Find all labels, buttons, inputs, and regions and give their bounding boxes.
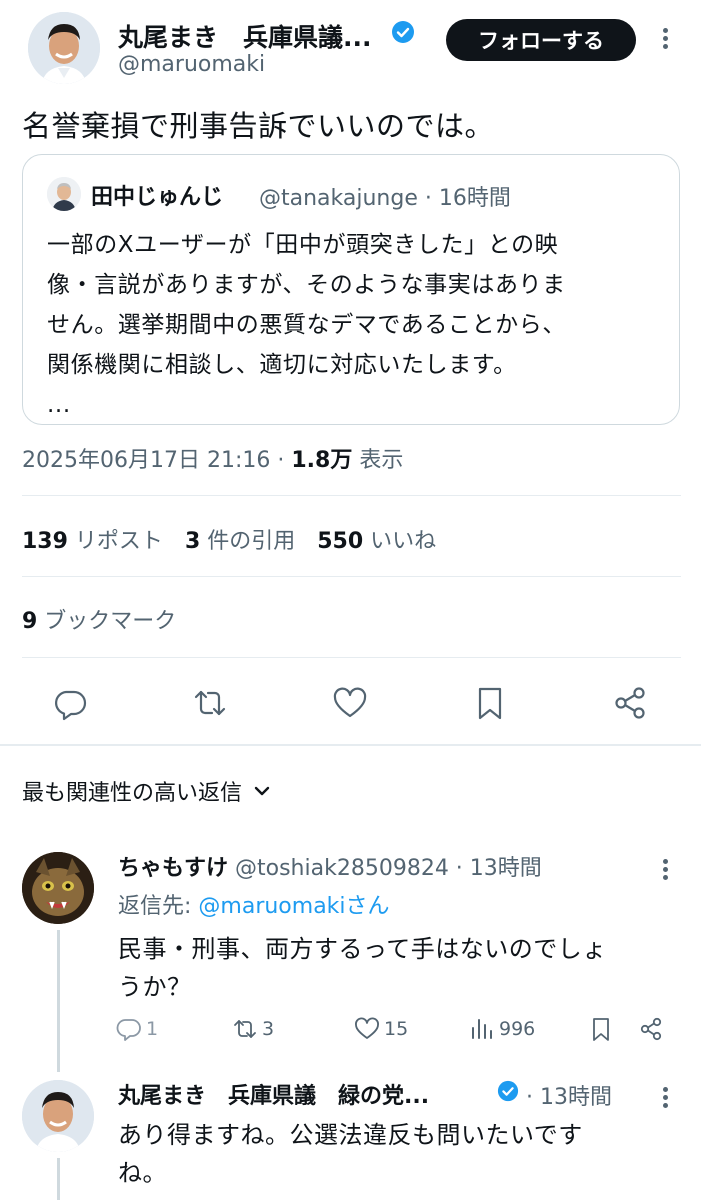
follow-button[interactable]: フォローする bbox=[446, 19, 636, 61]
reply-reply-count: 1 bbox=[146, 1018, 159, 1040]
reply-text-line: あり得ますね。公選法違反も問いたいです bbox=[118, 1121, 583, 1149]
chevron-down-icon bbox=[254, 786, 270, 796]
more-options-icon[interactable] bbox=[661, 25, 669, 52]
bookmarks-count: 9 bbox=[22, 609, 38, 634]
likes-label: いいね bbox=[363, 529, 437, 554]
reply-like-count: 15 bbox=[384, 1018, 409, 1040]
divider bbox=[22, 576, 681, 577]
reply-to-mention[interactable]: @maruomakiさん bbox=[198, 894, 389, 919]
likes-stat[interactable]: 550 いいね bbox=[317, 529, 436, 554]
reply-text: あり得ますね。公選法違反も問いたいです ね。 bbox=[118, 1116, 583, 1192]
reply-repost-count: 3 bbox=[262, 1018, 275, 1040]
verified-badge-icon bbox=[391, 20, 415, 44]
bookmarks-stat[interactable]: 9 ブックマーク bbox=[22, 603, 176, 635]
quoted-tweet-card[interactable]: 田中じゅんじ @tanakajunge · 16時間 一部のXユーザーが「田中が… bbox=[22, 154, 680, 425]
reposts-count: 139 bbox=[22, 529, 68, 554]
quoted-author-avatar bbox=[47, 177, 81, 211]
reply-view-count: 996 bbox=[499, 1018, 536, 1040]
reply-sort-dropdown[interactable]: 最も関連性の高い返信 bbox=[22, 775, 272, 807]
verified-badge-icon bbox=[497, 1080, 519, 1102]
quoted-text-line: せん。選挙期間中の悪質なデマであることから、 bbox=[47, 312, 566, 338]
reply-text: 民事・刑事、両方するって手はないのでしょ うか？ bbox=[118, 930, 607, 1006]
share-icon[interactable] bbox=[612, 685, 648, 721]
reposts-stat[interactable]: 139 リポスト bbox=[22, 529, 163, 554]
reply-to-prefix: 返信先: bbox=[118, 894, 199, 919]
reply-repost-button[interactable]: 3 bbox=[232, 1016, 274, 1042]
thread-line bbox=[57, 1158, 60, 1200]
repost-icon bbox=[234, 1020, 256, 1038]
reply-text-line: 民事・刑事、両方するって手はないのでしょ bbox=[118, 935, 607, 963]
reply-text-line: ね。 bbox=[118, 1159, 167, 1187]
reply-more-options-icon[interactable] bbox=[661, 856, 669, 883]
reply-icon bbox=[116, 1019, 141, 1041]
reply-header: ちゃもすけ @toshiak28509824 · 13時間 bbox=[118, 850, 542, 882]
tweet-timestamp-views: 2025年06月17日 21:16 · 1.8万 表示 bbox=[22, 442, 403, 474]
reply-avatar[interactable] bbox=[22, 1080, 94, 1152]
reply-text-line: うか？ bbox=[118, 973, 192, 1001]
reply-more-options-icon[interactable] bbox=[661, 1084, 669, 1111]
quotes-stat[interactable]: 3 件の引用 bbox=[185, 529, 295, 554]
reply-time[interactable]: · 13時間 bbox=[526, 1079, 612, 1111]
quoted-text-line: 一部のXユーザーが「田中が頭突きした」との映 bbox=[47, 232, 559, 258]
divider bbox=[22, 657, 681, 658]
quotes-count: 3 bbox=[184, 529, 201, 554]
reply-author-handle-time[interactable]: @toshiak28509824 · 13時間 bbox=[228, 856, 542, 881]
quoted-text-line: 関係機関に相談し、適切に対応いたします。 bbox=[47, 352, 517, 378]
thread-line bbox=[57, 930, 60, 1072]
reply-author-name[interactable]: 丸尾まき 兵庫県議 緑の党... bbox=[118, 1084, 429, 1109]
reply-author-name[interactable]: ちゃもすけ bbox=[118, 856, 228, 881]
likes-count: 550 bbox=[317, 529, 364, 554]
tweet-text: 名誉棄損で刑事告訴でいいのでは。 bbox=[22, 109, 495, 143]
reply-icon[interactable] bbox=[52, 685, 88, 721]
reply-views-button[interactable]: 996 bbox=[469, 1016, 535, 1042]
tweet-datetime[interactable]: 2025年06月17日 21:16 · bbox=[22, 448, 291, 473]
reply-to-line: 返信先: @maruomakiさん bbox=[118, 888, 390, 920]
reply-share-button[interactable] bbox=[638, 1016, 668, 1042]
reposts-label: リポスト bbox=[67, 529, 163, 554]
reply-avatar[interactable] bbox=[22, 852, 94, 924]
reply-header: 丸尾まき 兵庫県議 緑の党... bbox=[118, 1078, 429, 1110]
like-icon[interactable] bbox=[332, 685, 368, 721]
bookmark-icon[interactable] bbox=[472, 685, 508, 721]
author-handle[interactable]: @maruomaki bbox=[118, 52, 265, 77]
bookmark-icon bbox=[593, 1018, 609, 1041]
quoted-author-handle-time: @tanakajunge · 16時間 bbox=[259, 186, 511, 211]
quoted-text-ellipsis: ... bbox=[47, 392, 71, 418]
like-icon bbox=[355, 1017, 379, 1039]
quoted-author-name: 田中じゅんじ bbox=[91, 185, 224, 210]
views-icon bbox=[472, 1019, 492, 1039]
quotes-label: 件の引用 bbox=[200, 529, 296, 554]
divider bbox=[22, 495, 681, 496]
views-label: 表示 bbox=[352, 448, 404, 473]
section-divider bbox=[0, 744, 701, 746]
views-count: 1.8万 bbox=[291, 448, 353, 473]
quoted-text-line: 像・言説がありますが、そのような事実はありま bbox=[47, 272, 566, 298]
reply-bookmark-button[interactable] bbox=[588, 1016, 618, 1042]
reply-like-button[interactable]: 15 bbox=[354, 1016, 408, 1042]
quoted-tweet-text: 一部のXユーザーが「田中が頭突きした」との映 像・言説がありますが、そのような事… bbox=[47, 225, 667, 425]
share-icon bbox=[640, 1017, 662, 1041]
bookmarks-label: ブックマーク bbox=[37, 609, 177, 634]
engagement-stats: 139 リポスト 3 件の引用 550 いいね bbox=[22, 523, 436, 555]
repost-icon[interactable] bbox=[192, 685, 228, 721]
author-avatar[interactable] bbox=[28, 12, 100, 84]
author-name[interactable]: 丸尾まき 兵庫県議... bbox=[118, 18, 372, 54]
reply-sort-label: 最も関連性の高い返信 bbox=[22, 781, 243, 806]
reply-reply-button[interactable]: 1 bbox=[116, 1016, 158, 1042]
